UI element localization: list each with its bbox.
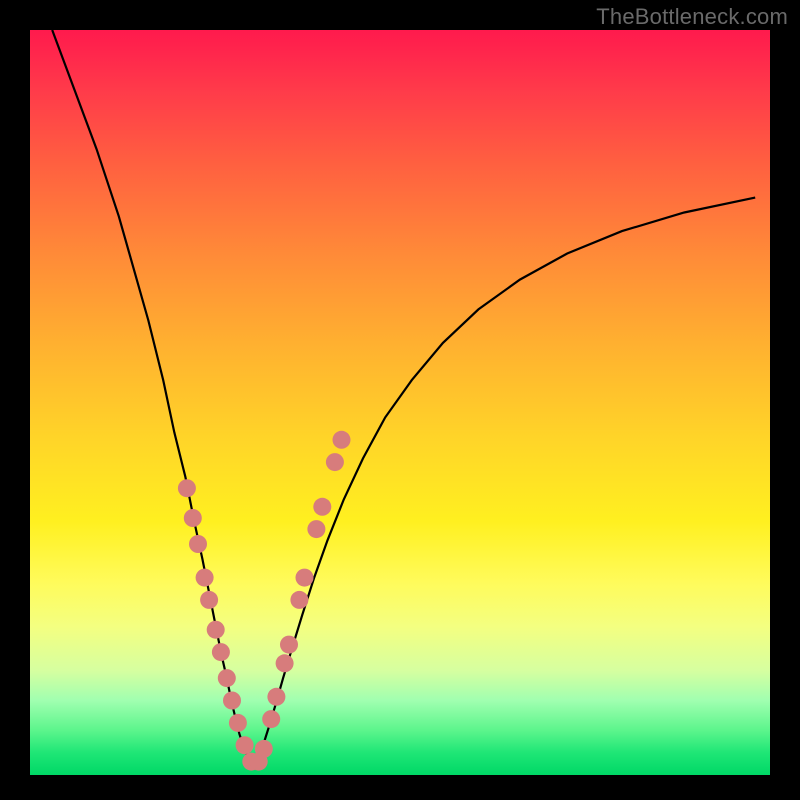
highlight-dot — [229, 714, 247, 732]
highlight-dot — [223, 692, 241, 710]
highlight-dot — [196, 569, 214, 587]
highlight-dot — [326, 453, 344, 471]
highlight-dot — [262, 710, 280, 728]
highlight-dot — [236, 736, 254, 754]
outer-frame: TheBottleneck.com — [0, 0, 800, 800]
highlight-dots-group — [178, 431, 351, 771]
highlight-dot — [267, 688, 285, 706]
curve-svg — [30, 30, 770, 775]
highlight-dot — [296, 569, 314, 587]
highlight-dot — [276, 654, 294, 672]
right-branch-line — [254, 198, 756, 768]
highlight-dot — [207, 621, 225, 639]
highlight-dot — [212, 643, 230, 661]
highlight-dot — [333, 431, 351, 449]
highlight-dot — [184, 509, 202, 527]
highlight-dot — [307, 520, 325, 538]
highlight-dot — [178, 479, 196, 497]
highlight-dot — [189, 535, 207, 553]
highlight-dot — [313, 498, 331, 516]
watermark-text: TheBottleneck.com — [596, 4, 788, 30]
highlight-dot — [290, 591, 308, 609]
highlight-dot — [255, 740, 273, 758]
highlight-dot — [200, 591, 218, 609]
highlight-dot — [218, 669, 236, 687]
highlight-dot — [280, 636, 298, 654]
plot-area — [30, 30, 770, 775]
